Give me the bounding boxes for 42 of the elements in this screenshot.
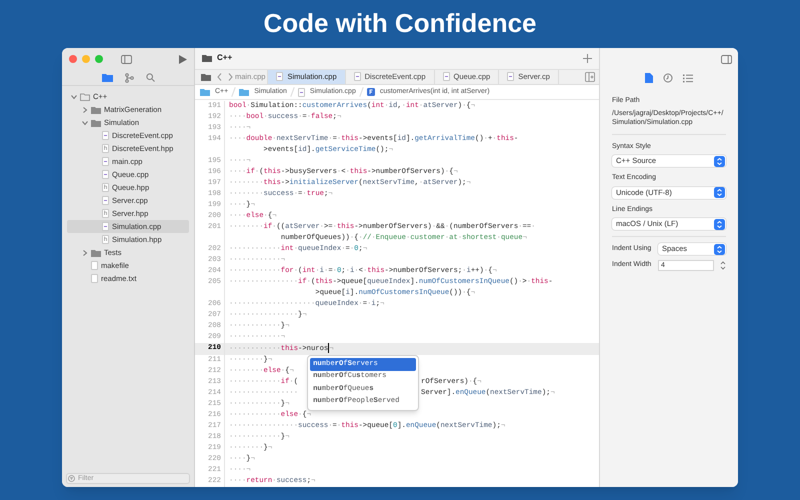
play-icon[interactable] bbox=[179, 54, 187, 64]
chevron-right-icon[interactable] bbox=[82, 250, 88, 256]
stepper-icon[interactable] bbox=[720, 260, 726, 271]
folder-icon[interactable] bbox=[102, 73, 112, 82]
file-icon bbox=[507, 72, 514, 82]
file-icon bbox=[298, 88, 305, 97]
folder-icon bbox=[239, 88, 250, 96]
branch-icon[interactable] bbox=[124, 72, 134, 82]
sidebar-toggle-icon[interactable] bbox=[121, 54, 132, 64]
filter-icon bbox=[68, 475, 75, 482]
file-icon bbox=[102, 157, 109, 166]
file-icon bbox=[276, 72, 284, 82]
stepper-icon[interactable] bbox=[714, 156, 725, 166]
inspector-toggle-icon[interactable] bbox=[721, 54, 732, 64]
file-icon bbox=[102, 196, 109, 205]
file-icon bbox=[102, 222, 109, 231]
plus-icon[interactable] bbox=[583, 54, 592, 63]
page-title: Code with Confidence bbox=[264, 10, 536, 36]
file-icon bbox=[354, 72, 361, 82]
clock-icon[interactable] bbox=[663, 73, 673, 83]
file-icon bbox=[102, 170, 109, 179]
back-icon[interactable] bbox=[217, 72, 222, 81]
chevron-right-icon[interactable] bbox=[82, 106, 88, 112]
stepper-icon[interactable] bbox=[714, 218, 725, 230]
list-icon[interactable] bbox=[683, 74, 693, 82]
chevron-down-icon[interactable] bbox=[71, 94, 77, 100]
chevron-down-icon[interactable] bbox=[82, 120, 88, 126]
stepper-icon[interactable] bbox=[714, 244, 725, 254]
document-icon[interactable] bbox=[645, 73, 653, 83]
search-icon[interactable] bbox=[146, 73, 154, 82]
forward-icon[interactable] bbox=[228, 72, 233, 81]
window-title: C++ bbox=[217, 52, 232, 64]
function-icon bbox=[366, 88, 375, 96]
file-icon bbox=[442, 72, 450, 82]
folder-icon bbox=[91, 248, 101, 256]
stepper-icon[interactable] bbox=[714, 187, 725, 198]
text-cursor bbox=[328, 343, 330, 354]
close-button[interactable] bbox=[69, 55, 77, 63]
file-icon bbox=[102, 131, 109, 140]
folder-outline-icon bbox=[80, 92, 90, 100]
zoom-button[interactable] bbox=[95, 55, 103, 63]
split-editor-icon[interactable] bbox=[585, 72, 595, 82]
